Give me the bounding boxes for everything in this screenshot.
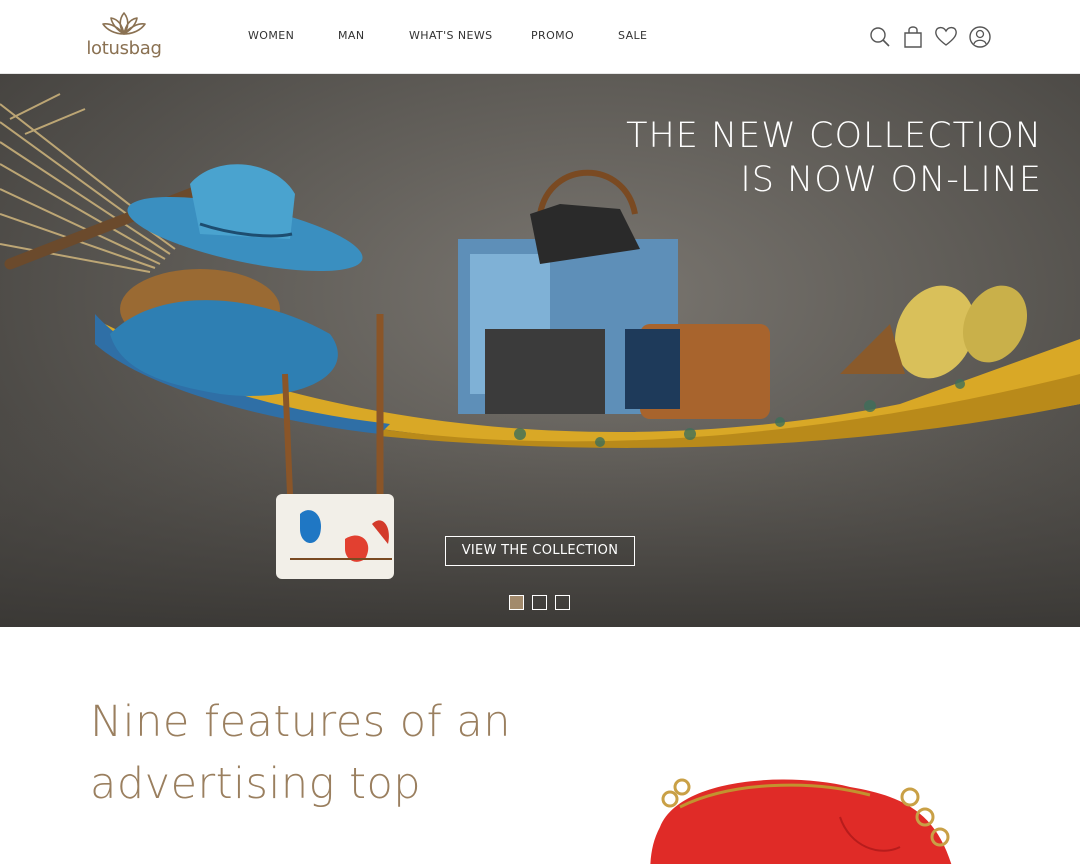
nav-item-sale[interactable]: SALE — [618, 29, 647, 42]
logo-text: lotusbag — [86, 38, 162, 59]
slider-dot-2[interactable] — [532, 595, 547, 610]
shopping-bag-icon[interactable] — [901, 24, 925, 50]
hero-headline: THE NEW COLLECTION IS NOW ON-LINE — [626, 114, 1042, 202]
red-bag-image — [650, 778, 952, 864]
features-section: Nine features of an advertising top — [0, 627, 1080, 864]
view-collection-button[interactable]: VIEW THE COLLECTION — [445, 536, 635, 566]
features-title-line2: advertising top — [90, 759, 422, 809]
lotus-logo-icon — [102, 12, 146, 35]
slider-dot-1[interactable] — [509, 595, 524, 610]
nav-item-women[interactable]: WOMEN — [248, 29, 294, 42]
nav-item-whats-news[interactable]: WHAT'S NEWS — [409, 29, 492, 42]
heart-icon[interactable] — [934, 24, 958, 50]
nav-item-man[interactable]: MAN — [338, 29, 364, 42]
user-icon[interactable] — [968, 24, 992, 50]
site-header: lotusbag WOMEN MAN WHAT'S NEWS PROMO SAL… — [0, 0, 1080, 74]
features-title-line1: Nine features of an — [90, 697, 512, 747]
hero-headline-line1: THE NEW COLLECTION — [626, 116, 1042, 156]
search-icon[interactable] — [868, 24, 892, 50]
nav-item-promo[interactable]: PROMO — [531, 29, 574, 42]
hero-headline-line2: IS NOW ON-LINE — [740, 160, 1042, 200]
logo[interactable]: lotusbag — [86, 10, 162, 62]
slider-dot-3[interactable] — [555, 595, 570, 610]
hero-banner: THE NEW COLLECTION IS NOW ON-LINE VIEW T… — [0, 74, 1080, 627]
features-title: Nine features of an advertising top — [90, 691, 590, 815]
